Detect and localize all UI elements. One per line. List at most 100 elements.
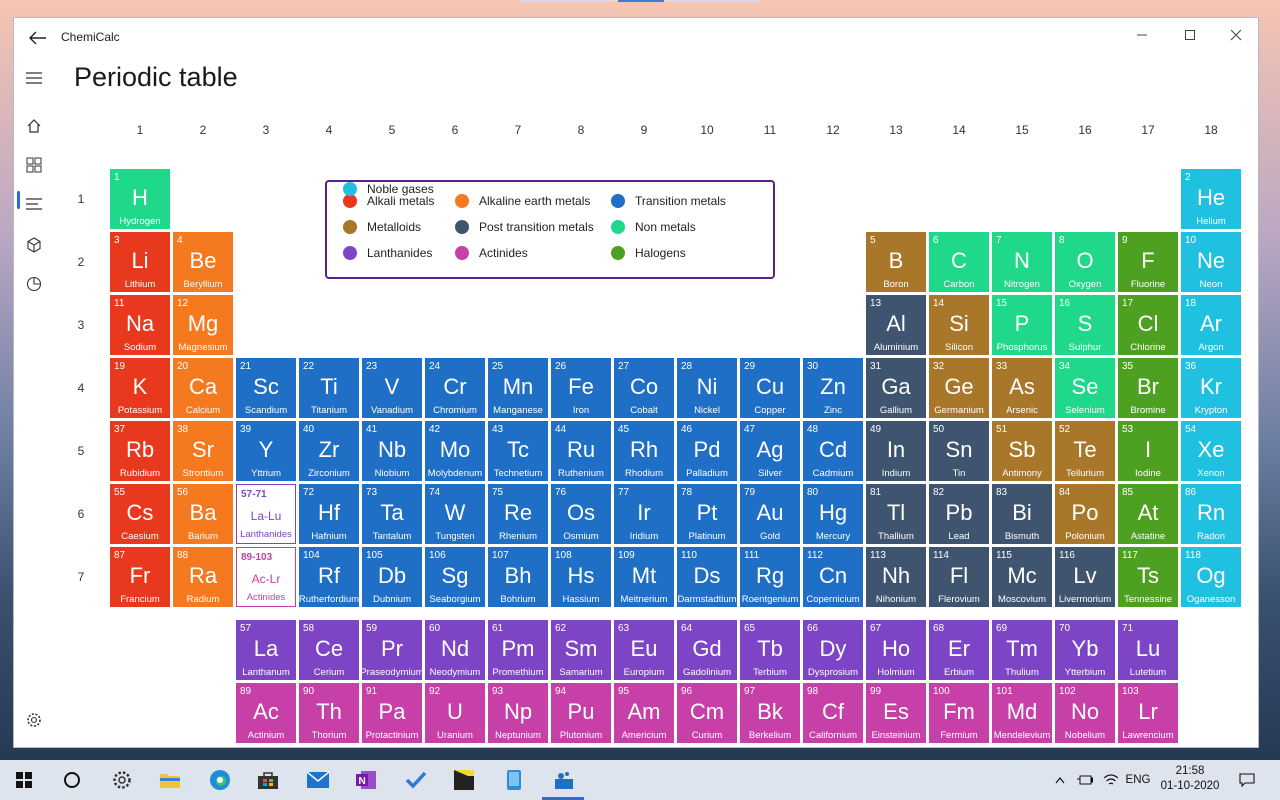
element-tile[interactable]: 101 Md Mendelevium: [992, 683, 1052, 743]
element-tile[interactable]: 102 No Nobelium: [1055, 683, 1115, 743]
element-tile[interactable]: 88 Ra Radium: [173, 547, 233, 607]
element-tile[interactable]: 103 Lr Lawrencium: [1118, 683, 1178, 743]
element-tile[interactable]: 91 Pa Protactinium: [362, 683, 422, 743]
element-tile[interactable]: 16 S Sulphur: [1055, 295, 1115, 355]
element-tile[interactable]: 58 Ce Cerium: [299, 620, 359, 680]
element-tile[interactable]: 114 Fl Flerovium: [929, 547, 989, 607]
element-tile[interactable]: 60 Nd Neodymium: [425, 620, 485, 680]
element-tile[interactable]: 19 K Potassium: [110, 358, 170, 418]
element-tile[interactable]: 22 Ti Titanium: [299, 358, 359, 418]
element-tile[interactable]: 72 Hf Hafnium: [299, 484, 359, 544]
element-tile[interactable]: 83 Bi Bismuth: [992, 484, 1052, 544]
element-tile[interactable]: 47 Ag Silver: [740, 421, 800, 481]
element-tile[interactable]: 65 Tb Terbium: [740, 620, 800, 680]
onenote-button[interactable]: N: [342, 760, 390, 800]
lanthanides-placeholder[interactable]: 57-71 La-Lu Lanthanides: [236, 484, 296, 544]
element-tile[interactable]: 41 Nb Niobium: [362, 421, 422, 481]
element-tile[interactable]: 110 Ds Darmstadtium: [677, 547, 737, 607]
element-tile[interactable]: 15 P Phosphorus: [992, 295, 1052, 355]
element-tile[interactable]: 75 Re Rhenium: [488, 484, 548, 544]
nav-item-home[interactable]: [16, 108, 52, 144]
element-tile[interactable]: 76 Os Osmium: [551, 484, 611, 544]
element-tile[interactable]: 46 Pd Palladium: [677, 421, 737, 481]
element-tile[interactable]: 33 As Arsenic: [992, 358, 1052, 418]
file-explorer-button[interactable]: [146, 760, 194, 800]
actinides-placeholder[interactable]: 89-103 Ac-Lr Actinides: [236, 547, 296, 607]
cortana-button[interactable]: [48, 760, 96, 800]
store-button[interactable]: [244, 760, 292, 800]
element-tile[interactable]: 112 Cn Copernicium: [803, 547, 863, 607]
element-tile[interactable]: 71 Lu Lutetium: [1118, 620, 1178, 680]
element-tile[interactable]: 23 V Vanadium: [362, 358, 422, 418]
element-tile[interactable]: 84 Po Polonium: [1055, 484, 1115, 544]
element-tile[interactable]: 63 Eu Europium: [614, 620, 674, 680]
element-tile[interactable]: 107 Bh Bohrium: [488, 547, 548, 607]
element-tile[interactable]: 69 Tm Thulium: [992, 620, 1052, 680]
element-tile[interactable]: 104 Rf Rutherfordium: [299, 547, 359, 607]
clock[interactable]: 21:58 01-10-2020: [1155, 764, 1225, 794]
maximize-button[interactable]: [1167, 22, 1213, 48]
element-tile[interactable]: 54 Xe Xenon: [1181, 421, 1241, 481]
element-tile[interactable]: 108 Hs Hassium: [551, 547, 611, 607]
element-tile[interactable]: 61 Pm Promethium: [488, 620, 548, 680]
element-tile[interactable]: 10 Ne Neon: [1181, 232, 1241, 292]
element-tile[interactable]: 18 Ar Argon: [1181, 295, 1241, 355]
element-tile[interactable]: 2 He Helium: [1181, 169, 1241, 229]
element-tile[interactable]: 26 Fe Iron: [551, 358, 611, 418]
element-tile[interactable]: 93 Np Neptunium: [488, 683, 548, 743]
element-tile[interactable]: 53 I Iodine: [1118, 421, 1178, 481]
element-tile[interactable]: 66 Dy Dysprosium: [803, 620, 863, 680]
element-tile[interactable]: 40 Zr Zirconium: [299, 421, 359, 481]
element-tile[interactable]: 78 Pt Platinum: [677, 484, 737, 544]
element-tile[interactable]: 30 Zn Zinc: [803, 358, 863, 418]
tray-chevron-button[interactable]: [1050, 760, 1070, 800]
element-tile[interactable]: 109 Mt Meitnerium: [614, 547, 674, 607]
windows-start-button[interactable]: [0, 760, 48, 800]
chemicalc-button[interactable]: [540, 760, 588, 800]
element-tile[interactable]: 51 Sb Antimony: [992, 421, 1052, 481]
element-tile[interactable]: 67 Ho Holmium: [866, 620, 926, 680]
minimize-button[interactable]: [1119, 22, 1165, 48]
element-tile[interactable]: 70 Yb Ytterbium: [1055, 620, 1115, 680]
element-tile[interactable]: 111 Rg Roentgenium: [740, 547, 800, 607]
element-tile[interactable]: 52 Te Tellurium: [1055, 421, 1115, 481]
close-button[interactable]: [1213, 22, 1259, 48]
element-tile[interactable]: 7 N Nitrogen: [992, 232, 1052, 292]
element-tile[interactable]: 29 Cu Copper: [740, 358, 800, 418]
element-tile[interactable]: 24 Cr Chromium: [425, 358, 485, 418]
element-tile[interactable]: 44 Ru Ruthenium: [551, 421, 611, 481]
element-tile[interactable]: 39 Y Yttrium: [236, 421, 296, 481]
element-tile[interactable]: 64 Gd Gadolinium: [677, 620, 737, 680]
nav-item-molecules[interactable]: [16, 227, 52, 263]
element-tile[interactable]: 35 Br Bromine: [1118, 358, 1178, 418]
element-tile[interactable]: 80 Hg Mercury: [803, 484, 863, 544]
network-button[interactable]: [1100, 760, 1122, 800]
element-tile[interactable]: 113 Nh Nihonium: [866, 547, 926, 607]
element-tile[interactable]: 86 Rn Radon: [1181, 484, 1241, 544]
element-tile[interactable]: 13 Al Aluminium: [866, 295, 926, 355]
nav-item-charts[interactable]: [16, 266, 52, 302]
element-tile[interactable]: 21 Sc Scandium: [236, 358, 296, 418]
element-tile[interactable]: 56 Ba Barium: [173, 484, 233, 544]
element-tile[interactable]: 31 Ga Gallium: [866, 358, 926, 418]
hamburger-menu-button[interactable]: [16, 60, 52, 96]
element-tile[interactable]: 37 Rb Rubidium: [110, 421, 170, 481]
element-tile[interactable]: 6 C Carbon: [929, 232, 989, 292]
element-tile[interactable]: 9 F Fluorine: [1118, 232, 1178, 292]
element-tile[interactable]: 17 Cl Chlorine: [1118, 295, 1178, 355]
sticky-notes-button[interactable]: [440, 760, 488, 800]
element-tile[interactable]: 27 Co Cobalt: [614, 358, 674, 418]
element-tile[interactable]: 81 Tl Thallium: [866, 484, 926, 544]
element-tile[interactable]: 97 Bk Berkelium: [740, 683, 800, 743]
element-tile[interactable]: 36 Kr Krypton: [1181, 358, 1241, 418]
element-tile[interactable]: 100 Fm Fermium: [929, 683, 989, 743]
element-tile[interactable]: 12 Mg Magnesium: [173, 295, 233, 355]
element-tile[interactable]: 118 Og Oganesson: [1181, 547, 1241, 607]
nav-item-list[interactable]: [16, 186, 52, 222]
language-indicator[interactable]: ENG: [1122, 760, 1154, 800]
element-tile[interactable]: 50 Sn Tin: [929, 421, 989, 481]
edge-button[interactable]: [196, 760, 244, 800]
notifications-button[interactable]: [1232, 760, 1262, 800]
battery-button[interactable]: [1074, 760, 1096, 800]
element-tile[interactable]: 82 Pb Lead: [929, 484, 989, 544]
